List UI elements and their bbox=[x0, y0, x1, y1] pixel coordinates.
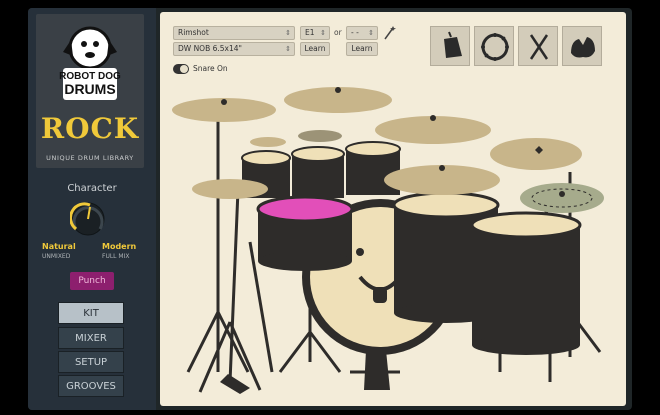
drum-value: DW NOB 6.5x14" bbox=[178, 44, 242, 53]
sidebar: ROBOT DOG DRUMS ROCK UNIQUE DRUM LIBRARY… bbox=[28, 8, 156, 410]
updown-arrow-icon: ⇕ bbox=[368, 29, 374, 37]
learn-button-1[interactable]: Learn bbox=[300, 42, 330, 56]
natural-label: Natural bbox=[42, 242, 76, 251]
articulation-select[interactable]: Rimshot ⇕ bbox=[173, 26, 295, 40]
crash-cymbal-right[interactable] bbox=[490, 138, 582, 170]
modern-label: Modern bbox=[102, 242, 137, 251]
character-knob[interactable] bbox=[70, 201, 106, 237]
tambourine-button[interactable] bbox=[474, 26, 514, 66]
note-value: E1 bbox=[305, 28, 315, 37]
splash-cymbal-1[interactable] bbox=[250, 137, 286, 147]
drum-kit bbox=[172, 87, 604, 394]
hands-button[interactable] bbox=[562, 26, 602, 66]
note2-select[interactable]: - - ⇕ bbox=[346, 26, 378, 40]
tab-kit[interactable]: KIT bbox=[58, 302, 124, 324]
drum-select[interactable]: DW NOB 6.5x14" ⇕ bbox=[173, 42, 295, 56]
sticks-button[interactable] bbox=[518, 26, 558, 66]
note-select[interactable]: E1 ⇕ bbox=[300, 26, 330, 40]
or-label: or bbox=[334, 28, 342, 37]
punch-button[interactable]: Punch bbox=[70, 272, 114, 290]
floor-tom-2[interactable] bbox=[470, 211, 582, 355]
dog-logo-icon: ROBOT DOG DRUMS bbox=[59, 26, 121, 100]
updown-arrow-icon: ⇕ bbox=[285, 29, 291, 37]
kit-panel: Rimshot ⇕ E1 ⇕ or - - ⇕ DW NOB 6.5x14" ⇕… bbox=[160, 12, 626, 406]
sticks-icon bbox=[529, 34, 549, 60]
note2-value: - - bbox=[351, 28, 359, 37]
kick-pedal bbox=[364, 350, 390, 390]
stick-pointer-icon[interactable] bbox=[382, 25, 396, 41]
cowbell-button[interactable] bbox=[430, 26, 470, 66]
china-cymbal[interactable] bbox=[520, 183, 604, 213]
hands-icon bbox=[571, 37, 595, 58]
tab-mixer[interactable]: MIXER bbox=[58, 327, 124, 349]
splash-cymbal-2[interactable] bbox=[298, 130, 342, 142]
updown-arrow-icon: ⇕ bbox=[285, 45, 291, 53]
hihat-pedal bbox=[220, 374, 250, 394]
articulation-value: Rimshot bbox=[178, 28, 209, 37]
full-mix-label: FULL MIX bbox=[102, 253, 130, 260]
crash-cymbal-center[interactable] bbox=[284, 87, 392, 113]
crash-cymbal-mid[interactable] bbox=[384, 165, 500, 195]
character-label: Character bbox=[67, 183, 117, 194]
tab-setup[interactable]: SETUP bbox=[58, 351, 124, 373]
rack-tom-2[interactable] bbox=[291, 146, 345, 198]
product-title: ROCK bbox=[40, 112, 140, 145]
logo-line2: DRUMS bbox=[64, 81, 115, 97]
ride-cymbal[interactable] bbox=[375, 115, 491, 144]
snare-drum[interactable] bbox=[256, 195, 354, 271]
app-window: ROBOT DOG DRUMS ROCK UNIQUE DRUM LIBRARY… bbox=[28, 8, 632, 410]
product-tagline: UNIQUE DRUM LIBRARY bbox=[46, 154, 134, 162]
tab-grooves[interactable]: GROOVES bbox=[58, 375, 124, 397]
crash-cymbal-left[interactable] bbox=[172, 98, 276, 122]
unmixed-label: UNMIXED bbox=[42, 253, 71, 260]
cowbell-icon bbox=[444, 31, 462, 58]
logo: ROBOT DOG DRUMS ROCK UNIQUE DRUM LIBRARY bbox=[36, 14, 144, 168]
tambourine-icon bbox=[481, 33, 509, 61]
hihat-cymbal[interactable] bbox=[192, 179, 268, 199]
learn-button-2[interactable]: Learn bbox=[346, 42, 378, 56]
updown-arrow-icon: ⇕ bbox=[320, 29, 326, 37]
